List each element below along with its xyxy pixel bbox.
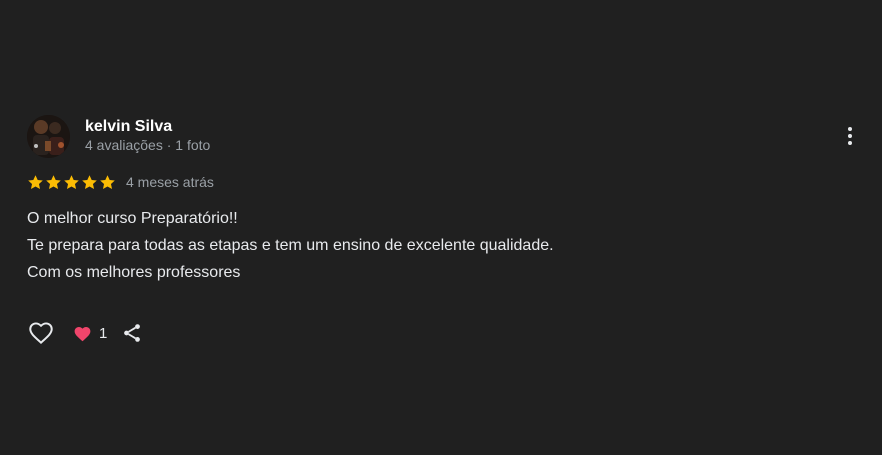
more-vert-icon-dot <box>848 141 852 145</box>
reaction-count: 1 <box>99 324 108 342</box>
avatar[interactable] <box>27 114 70 158</box>
review-card: kelvin Silva 4 avaliações · 1 foto 4 mes… <box>27 114 862 347</box>
star-icon <box>82 174 97 189</box>
review-text-line: O melhor curso Preparatório!! <box>27 210 238 227</box>
review-text-line: Te prepara para todas as etapas e tem um… <box>27 237 554 254</box>
more-vert-icon-dot <box>848 134 852 138</box>
review-header: kelvin Silva 4 avaliações · 1 foto <box>27 114 862 158</box>
star-icon <box>46 174 61 189</box>
heart-outline-icon <box>29 322 53 345</box>
rating-row: 4 meses atrás <box>27 172 862 192</box>
heart-filled-icon <box>74 326 91 341</box>
review-time: 4 meses atrás <box>126 174 214 190</box>
share-button[interactable] <box>120 321 144 345</box>
author-name[interactable]: kelvin Silva <box>85 117 210 136</box>
star-rating <box>27 174 116 191</box>
review-text-line: Com os melhores professores <box>27 264 241 281</box>
reaction-summary[interactable]: 1 <box>73 325 107 342</box>
share-icon <box>124 324 141 342</box>
more-options-button[interactable] <box>838 124 862 148</box>
review-actions: 1 <box>27 319 862 347</box>
star-icon <box>100 174 115 189</box>
like-button[interactable] <box>27 319 55 347</box>
star-icon <box>64 174 79 189</box>
avatar-image <box>27 114 70 158</box>
review-text: O melhor curso Preparatório!! Te prepara … <box>27 205 862 286</box>
more-vert-icon <box>848 127 852 131</box>
author-meta: 4 avaliações · 1 foto <box>85 136 211 153</box>
star-icon <box>28 174 43 189</box>
author-info: kelvin Silva 4 avaliações · 1 foto <box>85 117 210 154</box>
